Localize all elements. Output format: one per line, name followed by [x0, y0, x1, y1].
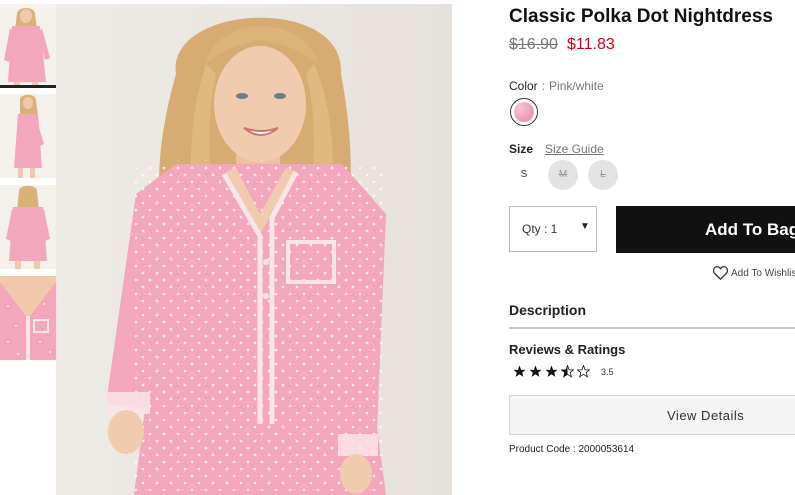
swatch-fill — [514, 102, 534, 122]
thumbnail-model-side[interactable] — [0, 94, 56, 178]
color-separator: : — [541, 79, 546, 93]
heart-icon — [713, 266, 728, 280]
rating-stars — [513, 362, 593, 380]
view-details-button[interactable]: View Details — [509, 395, 795, 435]
quantity-select[interactable]: Qty : 1 ▼ — [509, 206, 597, 252]
model-back-thumbnail-image — [0, 185, 56, 269]
color-row: Color: Pink/white — [509, 79, 604, 93]
thumbnail-dress-detail[interactable] — [0, 276, 56, 360]
add-to-bag-button[interactable]: Add To Bag — [616, 206, 795, 253]
original-price: $16.90 — [509, 36, 558, 53]
divider — [509, 327, 795, 329]
size-option-l[interactable]: L — [588, 160, 618, 190]
size-guide-link[interactable]: Size Guide — [545, 142, 604, 156]
product-code: Product Code : 2000053614 — [509, 444, 635, 455]
size-option-s[interactable]: S — [509, 160, 539, 190]
main-product-image[interactable] — [56, 4, 452, 495]
star-full-icon — [513, 365, 526, 377]
color-label: Color — [509, 79, 538, 93]
star-full-icon — [529, 365, 542, 377]
rating-value: 3.5 — [601, 367, 614, 377]
star-empty-icon — [577, 364, 590, 378]
thumbnail-model-back[interactable] — [0, 185, 56, 269]
model-side-thumbnail-image — [0, 94, 56, 178]
caret-down-icon: ▼ — [580, 221, 590, 232]
product-title: Classic Polka Dot Nightdress — [509, 6, 773, 27]
color-swatch-pink-white[interactable] — [510, 98, 538, 126]
model-wearing-pink-nightdress-image — [56, 4, 452, 495]
product-detail-panel: Classic Polka Dot Nightdress $16.90 $11.… — [509, 0, 795, 495]
wishlist-label: Add To Wishlist — [731, 268, 795, 279]
dress-detail-thumbnail-image — [0, 276, 56, 360]
add-to-wishlist-link[interactable]: Add To Wishlist — [713, 266, 795, 280]
star-half-icon — [561, 364, 574, 378]
sale-price: $11.83 — [567, 36, 615, 53]
size-label: Size — [509, 142, 534, 156]
size-option-m[interactable]: M — [548, 160, 578, 190]
model-front-thumbnail-image — [0, 4, 56, 88]
thumbnail-model-front[interactable] — [0, 4, 56, 88]
color-value: Pink/white — [549, 79, 604, 93]
reviews-heading: Reviews & Ratings — [509, 342, 626, 357]
description-toggle[interactable]: Description — [509, 302, 586, 318]
quantity-value: Qty : 1 — [522, 222, 558, 236]
star-full-icon — [545, 365, 558, 377]
